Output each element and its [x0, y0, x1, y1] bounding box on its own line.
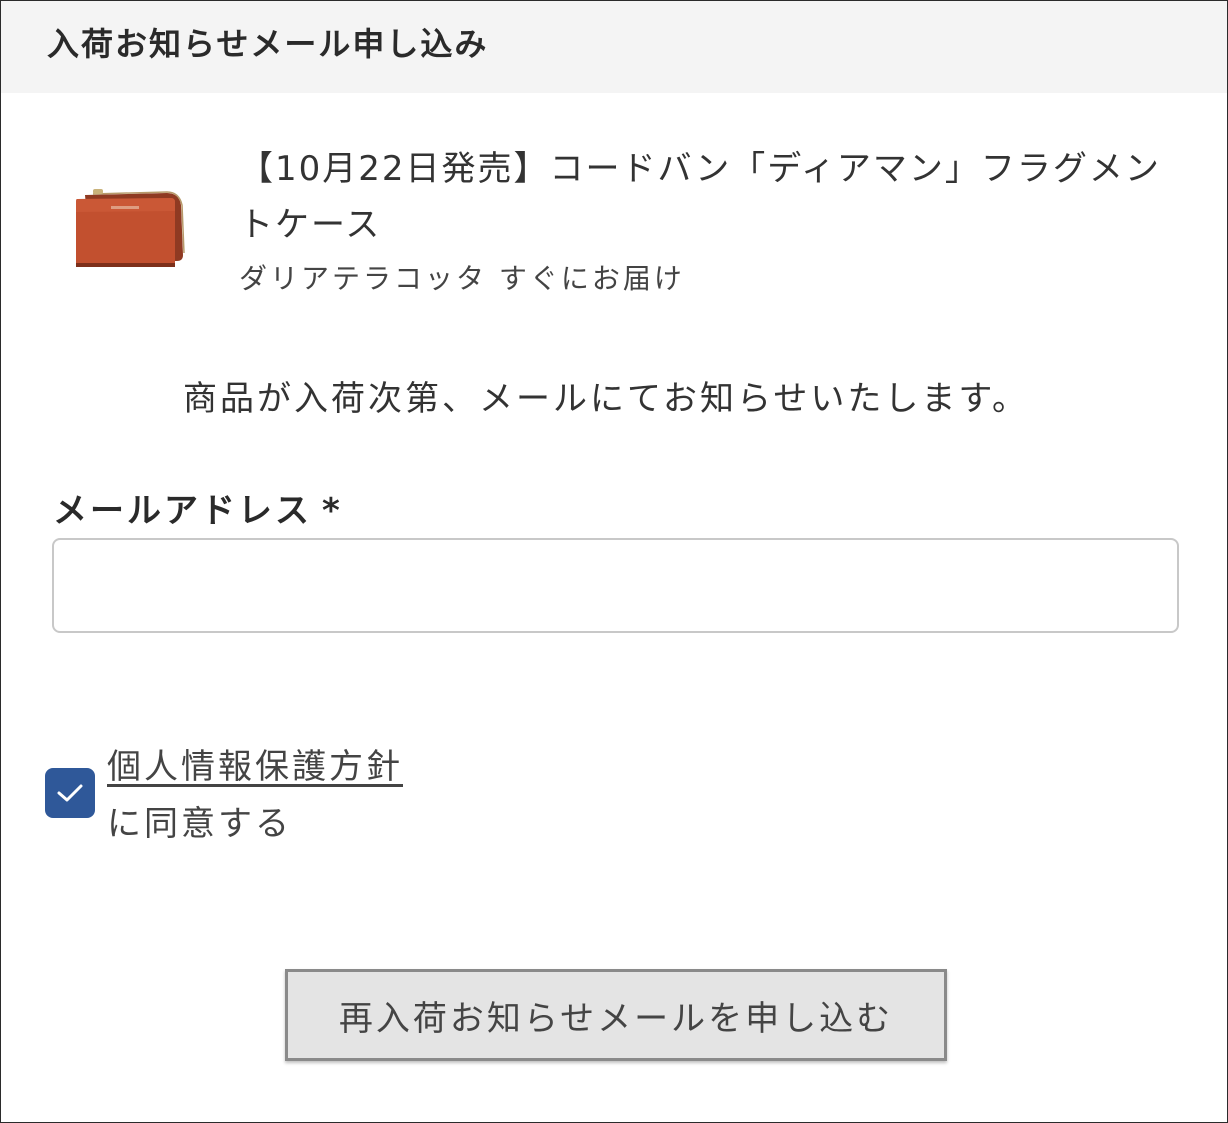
modal-title: 入荷お知らせメール申し込み [47, 25, 489, 63]
product-variant: ダリアテラコッタ すぐにお届け [239, 262, 685, 295]
privacy-policy-link[interactable]: 個人情報保護方針 [107, 739, 403, 788]
email-label-text: メールアドレス [53, 491, 312, 531]
modal-header: 入荷お知らせメール申し込み [1, 1, 1227, 93]
notice-text: 商品が入荷次第、メールにてお知らせいたします。 [183, 379, 1029, 419]
required-mark: * [322, 491, 343, 531]
consent-text: に同意する [107, 804, 292, 844]
consent-checkbox[interactable] [45, 768, 95, 818]
email-input[interactable] [52, 538, 1179, 633]
product-name: 【10月22日発売】コードバン「ディアマン」フラグメントケース [239, 149, 1161, 245]
product-thumbnail [71, 181, 191, 271]
submit-button[interactable]: 再入荷お知らせメールを申し込む [285, 969, 947, 1061]
email-label: メールアドレス * [53, 483, 343, 532]
checkmark-icon [57, 784, 83, 802]
notification-modal: 入荷お知らせメール申し込み 【10月22日発売】コードバン「ディアマン」フラグメ… [0, 0, 1228, 1123]
wallet-product-image [76, 189, 185, 267]
